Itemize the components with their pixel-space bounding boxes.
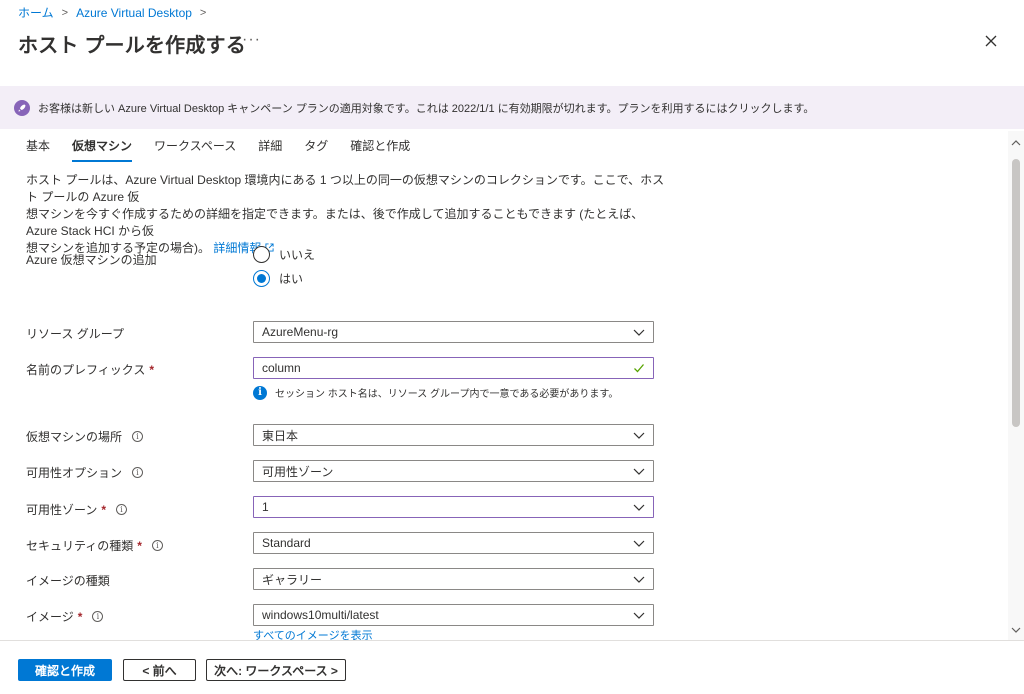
info-icon: i [253,385,267,400]
image-type-label: イメージの種類 [26,574,110,588]
chevron-down-icon [633,432,645,439]
vertical-scrollbar[interactable] [1008,131,1024,640]
next-button[interactable]: 次へ: ワークスペース > [206,659,346,681]
breadcrumb-service-link[interactable]: Azure Virtual Desktop [76,6,192,20]
resource-group-value: AzureMenu-rg [262,325,339,339]
radio-no[interactable]: いいえ [253,246,315,263]
name-prefix-hint: i セッション ホスト名は、リソース グループ内で一意である必要があります。 [253,385,618,400]
info-icon[interactable]: i [132,431,144,442]
banner-text: お客様は新しい Azure Virtual Desktop キャンペーン プラン… [38,102,815,115]
tab-review-create[interactable]: 確認と作成 [350,137,410,157]
tab-virtual-machines[interactable]: 仮想マシン [72,137,133,162]
footer: 確認と作成 < 前へ 次へ: ワークスペース > [0,640,1024,694]
security-type-dropdown[interactable]: Standard [253,532,654,554]
security-type-label: セキュリティの種類 * i [26,537,163,554]
more-options-button[interactable]: ··· [242,31,261,49]
resource-group-label: リソース グループ [26,327,125,341]
tab-workspace[interactable]: ワークスペース [154,137,236,157]
name-prefix-value: column [262,361,301,375]
tab-advanced[interactable]: 詳細 [258,137,282,157]
close-icon[interactable] [983,33,999,49]
promo-banner[interactable]: お客様は新しい Azure Virtual Desktop キャンペーン プラン… [0,86,1024,129]
wizard-tabs: 基本 仮想マシン ワークスペース 詳細 タグ 確認と作成 [26,137,410,162]
info-icon[interactable]: i [132,467,144,478]
image-type-dropdown[interactable]: ギャラリー [253,568,654,590]
description: ホスト プールは、Azure Virtual Desktop 環境内にある 1 … [26,172,666,257]
checkmark-icon [634,364,644,373]
resource-group-dropdown[interactable]: AzureMenu-rg [253,321,654,343]
chevron-right-icon: > [61,6,69,19]
chevron-down-icon [633,329,645,336]
chevron-down-icon [633,576,645,583]
image-type-value: ギャラリー [262,572,323,587]
name-prefix-input[interactable]: column [253,357,654,379]
radio-button-checked[interactable] [253,270,270,287]
radio-no-label: いいえ [279,248,316,262]
chevron-right-icon: > [199,6,207,19]
chevron-down-icon [633,468,645,475]
description-line: ホスト プールは、Azure Virtual Desktop 環境内にある 1 … [26,173,665,204]
info-icon[interactable]: i [151,540,163,551]
tab-tags[interactable]: タグ [304,137,328,157]
description-line: 想マシンを今すぐ作成するための詳細を指定できます。または、後で作成して追加するこ… [26,207,644,238]
image-label: イメージ * i [26,608,104,625]
rocket-icon [14,99,30,116]
add-vm-label: Azure 仮想マシンの追加 [26,253,157,267]
previous-button[interactable]: < 前へ [123,659,196,681]
chevron-down-icon [633,540,645,547]
info-icon[interactable]: i [92,611,104,622]
image-value: windows10multi/latest [262,608,379,622]
radio-button[interactable] [253,246,270,263]
availability-zone-label: 可用性ゾーン * i [26,501,128,518]
review-create-button[interactable]: 確認と作成 [18,659,112,681]
vm-location-label: 仮想マシンの場所 i [26,428,144,445]
name-prefix-label: 名前のプレフィックス * [26,362,155,378]
image-dropdown[interactable]: windows10multi/latest [253,604,654,626]
availability-zone-dropdown[interactable]: 1 [253,496,654,518]
availability-option-dropdown[interactable]: 可用性ゾーン [253,460,654,482]
availability-option-value: 可用性ゾーン [262,464,334,479]
breadcrumb-home-link[interactable]: ホーム [18,4,54,21]
vm-location-value: 東日本 [262,428,299,443]
scrollbar-thumb[interactable] [1012,159,1020,427]
security-type-value: Standard [262,536,311,550]
chevron-down-icon [633,612,645,619]
info-icon[interactable]: i [116,504,128,515]
breadcrumb: ホーム > Azure Virtual Desktop > [18,4,206,21]
availability-zone-value: 1 [262,500,269,514]
availability-option-label: 可用性オプション i [26,464,144,481]
vm-location-dropdown[interactable]: 東日本 [253,424,654,446]
page-title: ホスト プールを作成する [18,35,246,57]
tab-basics[interactable]: 基本 [26,137,50,157]
scroll-up-icon[interactable] [1008,137,1024,149]
hint-text: セッション ホスト名は、リソース グループ内で一意である必要があります。 [275,389,619,400]
radio-yes[interactable]: はい [253,270,303,287]
scroll-down-icon[interactable] [1008,624,1024,636]
radio-yes-label: はい [279,272,304,286]
chevron-down-icon [633,504,645,511]
